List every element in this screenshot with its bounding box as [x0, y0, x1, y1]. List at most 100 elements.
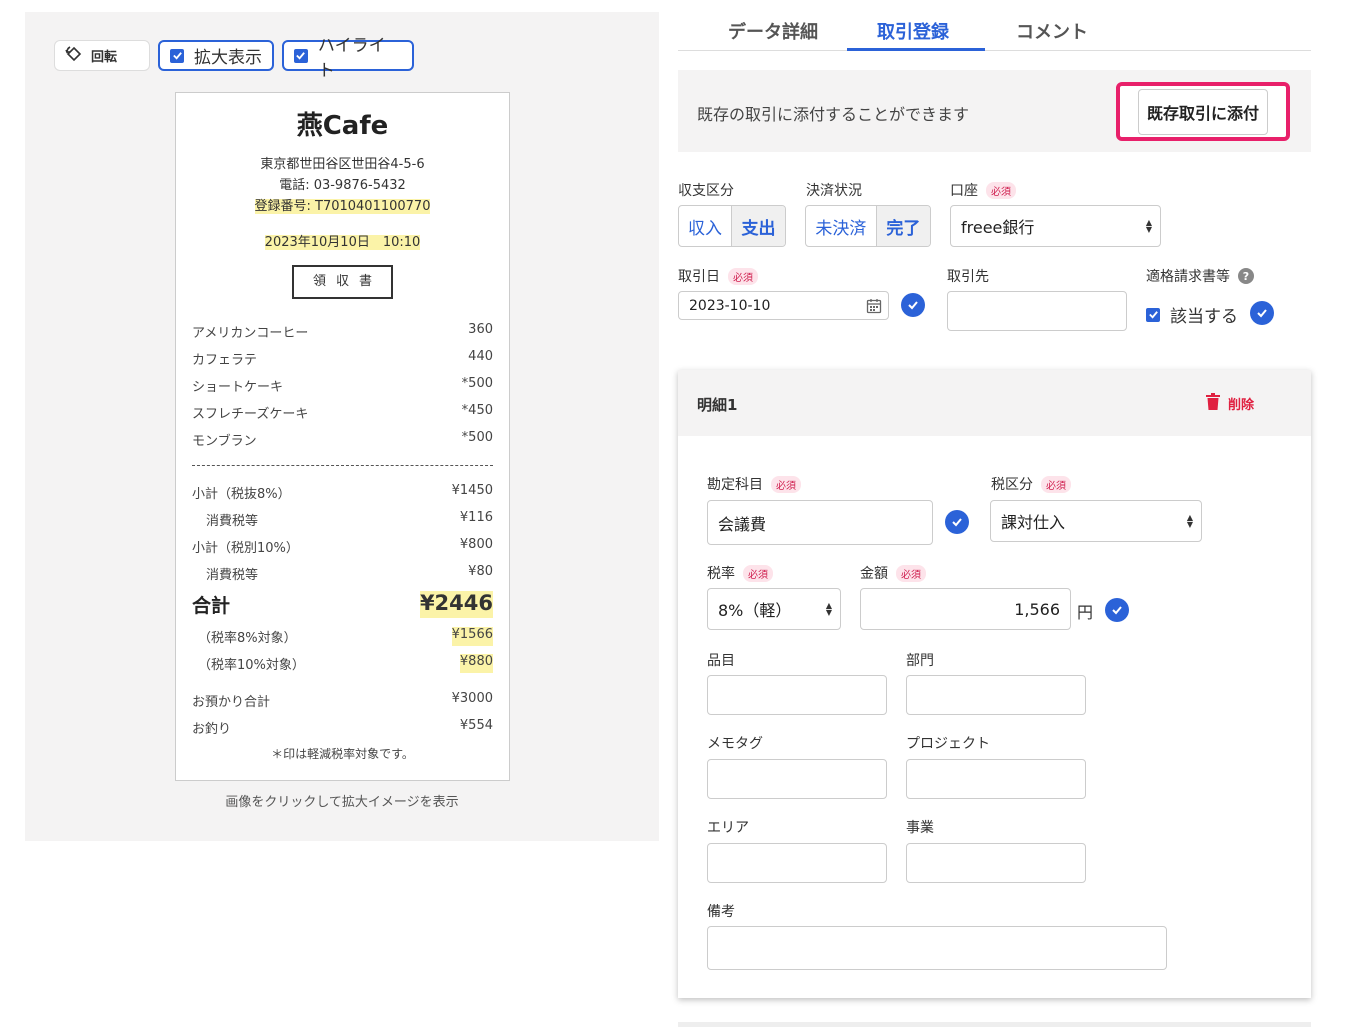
- checkbox-checked-icon: [294, 48, 308, 63]
- memo-tag-input[interactable]: [707, 759, 887, 799]
- tax-category-select[interactable]: 課対仕入 ▲ ▼: [990, 500, 1202, 542]
- receipt-total: 合計 ¥2446: [192, 591, 493, 618]
- project-input[interactable]: [906, 759, 1086, 799]
- date-label: 取引日 必須: [678, 266, 758, 286]
- receipt-line-item: モンブラン *500: [192, 430, 493, 449]
- tax-rate-label: 税率 必須: [707, 563, 773, 583]
- active-tab-indicator: [847, 48, 985, 51]
- tab-comments[interactable]: コメント: [1016, 18, 1088, 44]
- verified-check-icon: [901, 293, 925, 317]
- calendar-icon[interactable]: [866, 298, 882, 318]
- highlight-label: ハイライト: [317, 35, 386, 81]
- line-item-header: 明細1 削除: [678, 370, 1311, 436]
- next-section-edge: [678, 1022, 1311, 1027]
- business-input[interactable]: [906, 843, 1086, 883]
- receipt-registration: 登録番号: T7010401100770: [254, 199, 431, 214]
- receipt-stamp: 領収書: [292, 265, 393, 299]
- verified-check-icon: [1250, 301, 1274, 325]
- department-label: 部門: [906, 653, 934, 669]
- date-field[interactable]: 2023-10-10: [678, 291, 889, 320]
- required-badge: 必須: [771, 475, 801, 493]
- receipt-image[interactable]: 燕Cafe 東京都世田谷区世田谷4-5-6 電話: 03-9876-5432 登…: [175, 92, 510, 781]
- account-item-label: 勘定科目 必須: [707, 474, 801, 494]
- image-caption: 画像をクリックして拡大イメージを表示: [225, 795, 459, 810]
- required-badge: 必須: [896, 564, 926, 582]
- receipt-line-item: アメリカンコーヒー 360: [192, 322, 493, 341]
- account-select[interactable]: freee銀行 ▲ ▼: [950, 205, 1161, 247]
- settlement-label: 決済状況: [806, 183, 862, 199]
- account-label: 口座 必須: [950, 180, 1016, 200]
- receipt-divider: [192, 465, 493, 466]
- checkbox-checked-icon[interactable]: [1146, 307, 1160, 322]
- rotate-button[interactable]: 回転: [54, 40, 150, 71]
- amount-input[interactable]: 1,566: [860, 588, 1071, 630]
- help-icon[interactable]: ?: [1238, 268, 1254, 284]
- verified-check-icon: [1105, 598, 1129, 622]
- receipt-line-item: カフェラテ 440: [192, 349, 493, 368]
- invoice-label: 適格請求書等?: [1146, 266, 1254, 286]
- account-item-input[interactable]: 会議費: [707, 500, 933, 545]
- receipt-viewer-panel: 回転 拡大表示 ハイライト 燕Cafe 東京都世田谷区世田谷4-5-6 電話: …: [25, 12, 659, 841]
- receipt-address: 東京都世田谷区世田谷4-5-6: [260, 157, 425, 172]
- delete-button[interactable]: 削除: [1206, 393, 1254, 414]
- tax-category-label: 税区分 必須: [991, 474, 1071, 494]
- tab-bar: データ詳細 取引登録 コメント: [678, 12, 1311, 51]
- checkbox-checked-icon: [170, 48, 184, 63]
- partner-input[interactable]: [947, 291, 1127, 331]
- item-input[interactable]: [707, 675, 887, 715]
- area-input[interactable]: [707, 843, 887, 883]
- notice-text: 既存の取引に添付することができます: [697, 105, 970, 124]
- expense-option[interactable]: 支出: [731, 206, 785, 246]
- receipt-footnote: ＊印は軽減税率対象です。: [271, 747, 414, 761]
- attach-existing-button[interactable]: 既存取引に添付: [1116, 82, 1290, 141]
- receipt-breakdown: （税率8%対象） ¥1566: [198, 627, 493, 646]
- receipt-subtotal: 小計（税抜8%） ¥1450: [192, 483, 493, 502]
- income-option[interactable]: 収入: [679, 206, 731, 246]
- tab-transaction-registration[interactable]: 取引登録: [877, 18, 949, 44]
- receipt-phone: 電話: 03-9876-5432: [279, 178, 406, 193]
- receipt-datetime: 2023年10月10日 10:10: [264, 235, 421, 250]
- income-type-segmented: 収入 支出: [678, 205, 786, 247]
- receipt-subtotal: 小計（税別10%） ¥800: [192, 537, 493, 556]
- zoom-label: 拡大表示: [194, 48, 262, 68]
- required-badge: 必須: [728, 267, 758, 285]
- area-label: エリア: [707, 820, 749, 836]
- remarks-input[interactable]: [707, 926, 1167, 970]
- highlight-toggle[interactable]: ハイライト: [282, 36, 414, 81]
- select-arrows-icon: ▲ ▼: [1186, 513, 1193, 529]
- settled-option[interactable]: 完了: [875, 206, 930, 246]
- select-arrows-icon: ▲ ▼: [825, 601, 832, 617]
- unsettled-option[interactable]: 未決済: [806, 206, 876, 246]
- verified-check-icon: [945, 510, 969, 534]
- receipt-subtotal: 消費税等 ¥116: [206, 510, 493, 529]
- amount-label: 金額 必須: [860, 563, 926, 583]
- required-badge: 必須: [986, 181, 1016, 199]
- income-type-label: 収支区分: [678, 183, 734, 199]
- department-input[interactable]: [906, 675, 1086, 715]
- image-toolbar: 回転 拡大表示 ハイライト: [54, 36, 414, 81]
- receipt-line-item: スフレチーズケーキ *450: [192, 403, 493, 422]
- attach-notice: 既存の取引に添付することができます 既存取引に添付: [678, 70, 1311, 152]
- trash-icon: [1206, 393, 1220, 414]
- select-arrows-icon: ▲ ▼: [1145, 218, 1152, 234]
- item-label: 品目: [707, 653, 735, 669]
- settlement-segmented: 未決済 完了: [805, 205, 931, 247]
- receipt-subtotal: 消費税等 ¥80: [206, 564, 493, 583]
- receipt-change: お釣り ¥554: [192, 718, 493, 737]
- line-item-card: 明細1 削除 勘定科目 必須 会議費 税区分 必須 課対仕入 ▲ ▼ 税率 必須 8%（…: [678, 370, 1311, 998]
- remarks-label: 備考: [707, 904, 735, 920]
- receipt-shop-name: 燕Cafe: [296, 111, 389, 141]
- required-badge: 必須: [1041, 475, 1071, 493]
- tab-data-details[interactable]: データ詳細: [728, 18, 818, 44]
- invoice-checkbox[interactable]: 該当する: [1146, 302, 1238, 327]
- currency-unit: 円: [1077, 603, 1094, 622]
- tax-rate-select[interactable]: 8%（軽） ▲ ▼: [707, 588, 841, 630]
- line-item-title: 明細1: [697, 396, 738, 414]
- zoom-toggle[interactable]: 拡大表示: [158, 40, 274, 71]
- memo-tag-label: メモタグ: [707, 736, 763, 752]
- rotate-label: 回転: [91, 50, 118, 65]
- project-label: プロジェクト: [906, 736, 990, 752]
- receipt-line-item: ショートケーキ *500: [192, 376, 493, 395]
- rotate-icon: [65, 45, 83, 67]
- receipt-breakdown: （税率10%対象） ¥880: [198, 654, 493, 673]
